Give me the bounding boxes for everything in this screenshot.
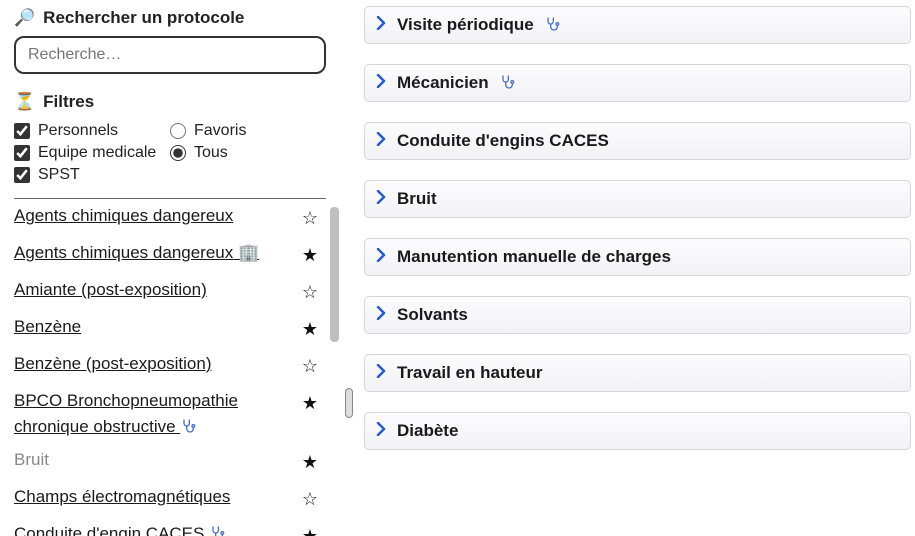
protocol-name[interactable]: Bruit: [14, 447, 57, 473]
protocol-name[interactable]: Amiante (post-exposition): [14, 277, 215, 303]
list-item[interactable]: Benzène ★: [0, 310, 332, 347]
list-item[interactable]: Agents chimiques dangereux 🏢 ★: [0, 236, 332, 273]
protocol-name[interactable]: Agents chimiques dangereux: [14, 203, 241, 229]
accordion-row[interactable]: Solvants: [364, 296, 911, 334]
splitter-handle[interactable]: [345, 388, 353, 418]
chevron-right-icon: [375, 189, 387, 209]
favorite-star-icon[interactable]: ☆: [302, 277, 318, 306]
accordion-row[interactable]: Bruit: [364, 180, 911, 218]
search-input[interactable]: [14, 36, 326, 74]
accordion-row[interactable]: Visite périodique: [364, 6, 911, 44]
stethoscope-icon: [204, 524, 225, 536]
chevron-right-icon: [375, 131, 387, 151]
search-input-wrap: [0, 36, 340, 92]
filters-section-header: ⏳ Filtres: [0, 92, 340, 118]
main-panel: Visite périodique Mécanicien Conduite d'en…: [358, 0, 915, 536]
chevron-right-icon: [375, 421, 387, 441]
favorite-star-icon[interactable]: ☆: [302, 203, 318, 232]
accordion-title: Bruit: [397, 189, 437, 209]
list-item[interactable]: Conduite d'engin CACES ★: [0, 517, 332, 536]
accordion-title: Diabète: [397, 421, 458, 441]
stethoscope-icon: [176, 417, 197, 436]
filter-label: SPST: [38, 166, 80, 184]
filter-label: Favoris: [194, 122, 246, 140]
filter-spst[interactable]: SPST: [14, 166, 170, 184]
stethoscope-icon: [544, 15, 560, 35]
radio-tous[interactable]: [170, 145, 186, 161]
protocol-name[interactable]: Champs électromagnétiques: [14, 484, 238, 510]
accordion-row[interactable]: Diabète: [364, 412, 911, 450]
search-icon: 🔎: [14, 8, 35, 28]
favorite-star-icon[interactable]: ★: [302, 240, 318, 269]
protocol-name[interactable]: Benzène (post-exposition): [14, 351, 220, 377]
stethoscope-icon: [499, 73, 515, 93]
chevron-right-icon: [375, 15, 387, 35]
favorite-star-icon[interactable]: ☆: [302, 484, 318, 513]
accordion-title: Travail en hauteur: [397, 363, 543, 383]
accordion-row[interactable]: Manutention manuelle de charges: [364, 238, 911, 276]
radio-favoris[interactable]: [170, 123, 186, 139]
checkbox-personnels[interactable]: [14, 123, 30, 139]
sidebar: 🔎 Rechercher un protocole ⏳ Filtres Pers…: [0, 0, 340, 536]
checkbox-equipe[interactable]: [14, 145, 30, 161]
filter-tous[interactable]: Tous: [170, 144, 326, 162]
accordion-row[interactable]: Travail en hauteur: [364, 354, 911, 392]
search-header-label: Rechercher un protocole: [43, 8, 244, 28]
filter-favoris[interactable]: Favoris: [170, 122, 326, 140]
protocol-name[interactable]: Conduite d'engin CACES: [14, 521, 233, 536]
favorite-star-icon[interactable]: ★: [302, 388, 318, 417]
accordion-row[interactable]: Mécanicien: [364, 64, 911, 102]
favorite-star-icon[interactable]: ★: [302, 314, 318, 343]
favorite-star-icon[interactable]: ☆: [302, 351, 318, 380]
filter-label: Equipe medicale: [38, 144, 156, 162]
list-item[interactable]: Bruit ★: [0, 443, 332, 480]
chevron-right-icon: [375, 73, 387, 93]
protocol-list: Agents chimiques dangereux☆Agents chimiq…: [0, 199, 340, 536]
chevron-right-icon: [375, 305, 387, 325]
list-item[interactable]: Agents chimiques dangereux ☆: [0, 199, 332, 236]
accordion-title: Conduite d'engins CACES: [397, 131, 609, 151]
splitter[interactable]: [340, 0, 358, 536]
list-item[interactable]: BPCO Bronchopneumopathie chronique obstr…: [0, 384, 332, 443]
protocol-name[interactable]: BPCO Bronchopneumopathie chronique obstr…: [14, 388, 302, 439]
favorite-star-icon[interactable]: ★: [302, 447, 318, 476]
protocol-name[interactable]: Benzène: [14, 314, 89, 340]
checkbox-spst[interactable]: [14, 167, 30, 183]
accordion-title: Visite périodique: [397, 15, 534, 35]
filter-label: Tous: [194, 144, 228, 162]
list-item[interactable]: Amiante (post-exposition) ☆: [0, 273, 332, 310]
accordion-title: Mécanicien: [397, 73, 489, 93]
chevron-right-icon: [375, 247, 387, 267]
accordion-title: Solvants: [397, 305, 468, 325]
filters-grid: Personnels Favoris Equipe medicale Tous …: [0, 118, 340, 192]
filter-label: Personnels: [38, 122, 118, 140]
list-item[interactable]: Champs électromagnétiques ☆: [0, 480, 332, 517]
hourglass-icon: ⏳: [14, 92, 35, 112]
filter-equipe[interactable]: Equipe medicale: [14, 144, 170, 162]
building-icon: 🏢: [233, 243, 259, 262]
scrollbar[interactable]: [330, 207, 340, 517]
chevron-right-icon: [375, 363, 387, 383]
scroll-thumb[interactable]: [330, 207, 339, 342]
filters-header-label: Filtres: [43, 92, 94, 112]
filter-personnels[interactable]: Personnels: [14, 122, 170, 140]
accordion-row[interactable]: Conduite d'engins CACES: [364, 122, 911, 160]
accordion-title: Manutention manuelle de charges: [397, 247, 671, 267]
protocol-name[interactable]: Agents chimiques dangereux 🏢: [14, 240, 267, 266]
search-section-header: 🔎 Rechercher un protocole: [0, 8, 340, 36]
list-item[interactable]: Benzène (post-exposition) ☆: [0, 347, 332, 384]
favorite-star-icon[interactable]: ★: [302, 521, 318, 536]
